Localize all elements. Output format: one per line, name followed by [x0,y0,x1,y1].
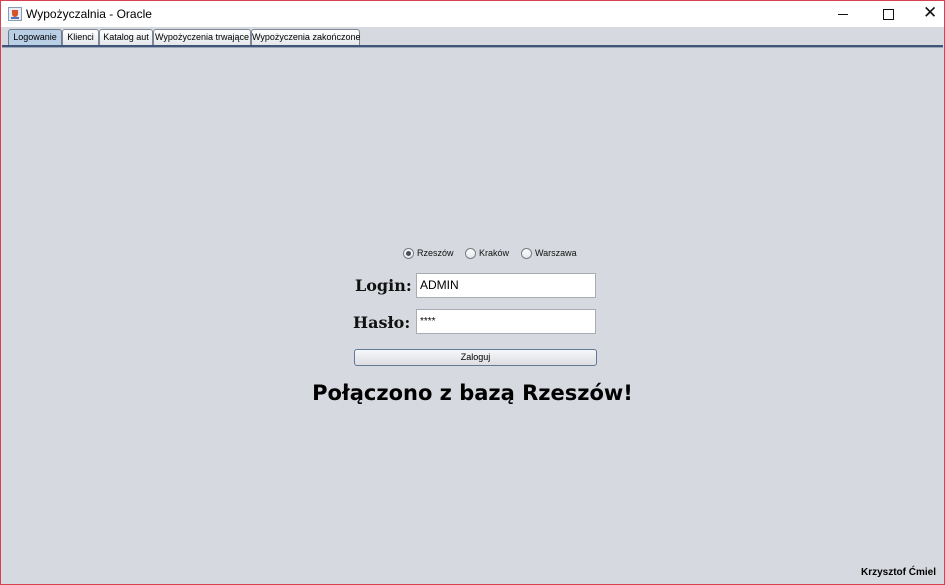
login-input[interactable]: ADMIN [416,273,596,298]
password-input[interactable]: **** [416,309,596,334]
tab-katalog-aut[interactable]: Katalog aut [99,29,153,45]
maximize-icon [883,9,894,20]
radio-label-rzeszow: Rzeszów [417,248,454,258]
window-title: Wypożyczalnia - Oracle [26,7,152,21]
app-window: Wypożyczalnia - Oracle ✕ Logowanie Klien… [0,0,945,585]
minimize-button[interactable] [820,1,866,27]
radio-selected-icon[interactable] [403,248,414,259]
radio-label-krakow: Kraków [479,248,510,258]
close-button[interactable]: ✕ [912,1,944,27]
radio-unselected-icon[interactable] [521,248,532,259]
login-label: Login: [355,276,412,295]
tab-wypozyczenia-zakonczone[interactable]: Wypożyczenia zakończone [251,29,360,45]
minimize-icon [838,14,848,15]
zaloguj-button[interactable]: Zaloguj [354,349,597,366]
java-app-icon [8,7,22,21]
tab-wypozyczenia-trwajace[interactable]: Wypożyczenia trwające [153,29,251,45]
title-bar[interactable]: Wypożyczalnia - Oracle ✕ [1,1,944,27]
radio-unselected-icon[interactable] [465,248,476,259]
tab-divider-shadow [2,47,943,48]
tab-klienci[interactable]: Klienci [62,29,99,45]
tab-strip: Logowanie Klienci Katalog aut Wypożyczen… [1,27,944,47]
close-icon: ✕ [923,3,938,22]
radio-label-warszawa: Warszawa [535,248,577,258]
maximize-button[interactable] [866,1,912,27]
author-label: Krzysztof Ćmiel [860,567,936,578]
tab-logowanie[interactable]: Logowanie [8,29,62,45]
password-label: Hasło: [353,313,411,332]
connection-status: Połączono z bazą Rzeszów! [312,381,633,405]
